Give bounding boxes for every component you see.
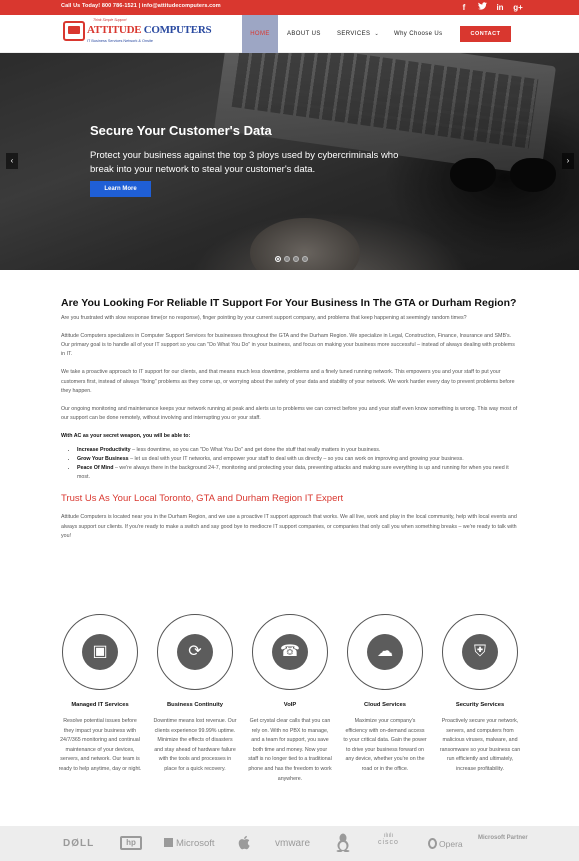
list-item: Grow Your Business – let us deal with yo… <box>77 455 519 464</box>
slider-pagination <box>275 256 308 262</box>
service-icon-ring: ▣ <box>62 614 138 690</box>
linkedin-icon[interactable]: in <box>495 2 505 13</box>
facebook-icon[interactable]: f <box>459 2 469 13</box>
voip-phone-icon: ☎ <box>272 634 308 670</box>
slider-dot-1[interactable] <box>275 256 281 262</box>
service-title: Security Services <box>455 702 505 708</box>
site-header: Think Simple Support ATTITUDE COMPUTERS … <box>0 15 579 53</box>
service-icon-ring: ☎ <box>252 614 328 690</box>
local-expert-heading: Trust Us As Your Local Toronto, GTA and … <box>61 493 344 505</box>
cisco-logo: ılıılı cisco <box>378 833 399 846</box>
logo-wordmark: ATTITUDE COMPUTERS <box>87 24 212 36</box>
slider-dot-3[interactable] <box>293 256 299 262</box>
list-item: Peace Of Mind – we're always there in th… <box>77 464 519 482</box>
hero-slider: Secure Your Customer's Data Protect your… <box>0 53 579 270</box>
contact-button[interactable]: CONTACT <box>460 26 511 42</box>
service-cloud[interactable]: ☁ Cloud Services Maximize your company's… <box>340 614 430 775</box>
microsoft-logo: Microsoft <box>164 838 215 849</box>
service-title: Cloud Services <box>364 702 406 708</box>
slider-dot-2[interactable] <box>284 256 290 262</box>
slider-next-arrow-icon[interactable]: › <box>562 153 574 169</box>
business-continuity-icon: ⟳ <box>177 634 213 670</box>
hero-body: Protect your business against the top 3 … <box>90 150 399 175</box>
hp-logo: hp <box>120 836 142 850</box>
security-services-icon: ⛨ <box>462 634 498 670</box>
linux-tux-logo <box>336 832 350 854</box>
service-description: Maximize your company's efficiency with … <box>343 718 427 772</box>
top-contact-bar: Call Us Today! 800 786-1521 | info@attit… <box>0 0 579 15</box>
hero-title: Secure Your Customer's Data <box>90 123 272 138</box>
service-icon-ring: ⟳ <box>157 614 233 690</box>
nav-services[interactable]: SERVICES ⌄ <box>337 15 379 53</box>
dell-logo: DØLL <box>63 838 95 849</box>
service-title: Managed IT Services <box>71 702 129 708</box>
partner-logos-bar: DØLL hp Microsoft vmware ılıılı cisco Ope… <box>0 826 579 861</box>
nav-why-choose-us[interactable]: Why Choose Us <box>394 15 443 53</box>
benefits-lead: With AC as your secret weapon, you will … <box>61 433 191 440</box>
intro-section: Are You Looking For Reliable IT Support … <box>61 297 519 541</box>
service-title: VoIP <box>283 702 297 708</box>
opera-logo: Opera <box>428 838 463 849</box>
managed-it-icon: ▣ <box>82 634 118 670</box>
vmware-logo: vmware <box>275 838 311 849</box>
twitter-icon[interactable] <box>477 2 487 13</box>
service-managed-it[interactable]: ▣ Managed IT Services Resolve potential … <box>55 614 145 775</box>
service-description: Resolve potential issues before they imp… <box>58 718 142 772</box>
service-description: Get crystal clear calls that you can rel… <box>248 718 332 782</box>
service-business-continuity[interactable]: ⟳ Business Continuity Downtime means los… <box>150 614 240 775</box>
service-description: Downtime means lost revenue. Our clients… <box>153 718 237 772</box>
contact-info-text[interactable]: Call Us Today! 800 786-1521 | info@attit… <box>61 3 221 9</box>
chevron-down-icon: ⌄ <box>374 31 380 37</box>
local-expert-paragraph: Attitude Computers is located near you i… <box>61 514 517 539</box>
intro-paragraph-2: Attitude Computers specializes in Comput… <box>61 332 515 358</box>
cloud-services-icon: ☁ <box>367 634 403 670</box>
google-plus-icon[interactable]: g+ <box>513 2 523 13</box>
benefits-list: Increase Productivity – less downtime, s… <box>61 446 519 483</box>
service-title: Business Continuity <box>166 702 224 708</box>
microsoft-partner-logo: Microsoft Partner <box>478 835 528 841</box>
intro-paragraph-3: We take a proactive approach to IT suppo… <box>61 369 515 394</box>
social-links: f in g+ <box>459 2 523 13</box>
logo-tagline: Think Simple Support <box>93 18 127 22</box>
learn-more-button[interactable]: Learn More <box>90 181 151 197</box>
service-voip[interactable]: ☎ VoIP Get crystal clear calls that you … <box>245 614 335 784</box>
services-section: ▣ Managed IT Services Resolve potential … <box>55 614 525 814</box>
logo-subtitle: IT Business Services Network & Onsite <box>87 39 153 43</box>
intro-paragraph-1: Are you frustrated with slow response ti… <box>61 314 467 321</box>
apple-logo <box>238 835 250 852</box>
nav-home[interactable]: HOME <box>242 15 278 53</box>
list-item: Increase Productivity – less downtime, s… <box>77 446 519 455</box>
slider-dot-4[interactable] <box>302 256 308 262</box>
computer-logo-icon <box>63 21 85 41</box>
intro-paragraph-4: Our ongoing monitoring and maintenance k… <box>61 405 518 422</box>
service-security[interactable]: ⛨ Security Services Proactively secure y… <box>435 614 525 775</box>
attitude-computers-logo[interactable]: Think Simple Support ATTITUDE COMPUTERS … <box>63 18 212 50</box>
intro-heading: Are You Looking For Reliable IT Support … <box>61 297 517 309</box>
slider-prev-arrow-icon[interactable]: ‹ <box>6 153 18 169</box>
service-icon-ring: ☁ <box>347 614 423 690</box>
service-icon-ring: ⛨ <box>442 614 518 690</box>
service-description: Proactively secure your network, servers… <box>439 718 521 772</box>
nav-about-us[interactable]: ABOUT US <box>287 15 321 53</box>
